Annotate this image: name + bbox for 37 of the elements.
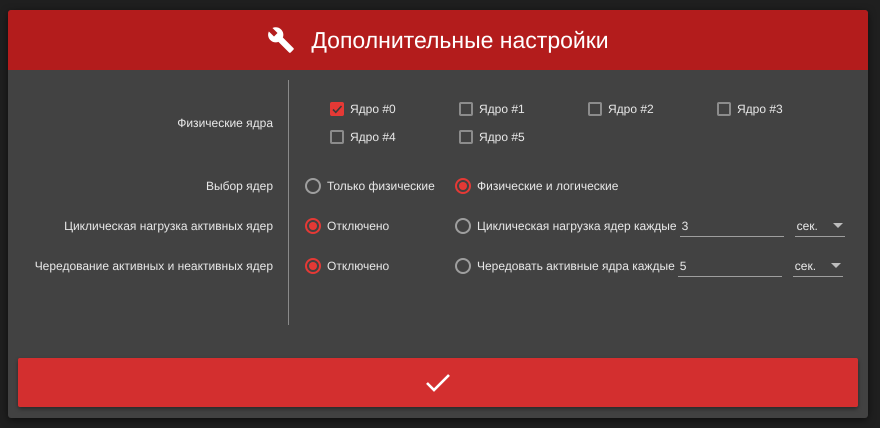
checkbox[interactable]	[459, 102, 473, 116]
checkbox[interactable]	[459, 130, 473, 144]
check-icon	[425, 372, 451, 392]
caret-icon	[830, 263, 841, 268]
radio-label[interactable]: Только физические	[327, 179, 435, 193]
checkbox-label[interactable]: Ядро #2	[608, 102, 654, 116]
checkbox-label[interactable]: Ядро #0	[350, 102, 396, 116]
radio-label[interactable]: Циклическая нагрузка ядер каждые	[477, 219, 677, 233]
radio-button[interactable]	[455, 178, 471, 194]
checkbox[interactable]	[330, 130, 344, 144]
checkbox-label[interactable]: Ядро #5	[479, 130, 525, 144]
radio-label[interactable]: Чередовать активные ядра каждые	[477, 259, 675, 273]
radio-button[interactable]	[305, 178, 321, 194]
input-field[interactable]: 3	[680, 216, 784, 236]
radio-button[interactable]	[305, 258, 321, 274]
radio-button[interactable]	[455, 258, 471, 274]
checkbox-label[interactable]: Ядро #3	[737, 102, 783, 116]
radio-button[interactable]	[455, 218, 471, 234]
caret-icon	[832, 223, 843, 228]
checkbox[interactable]	[717, 102, 731, 116]
dialog-title: Дополнительные настройки	[311, 26, 609, 54]
setting-label: Выбор ядер	[206, 179, 273, 193]
checkbox[interactable]	[330, 102, 344, 116]
radio-label[interactable]: Отключено	[327, 259, 390, 273]
radio-label[interactable]: Физические и логические	[477, 179, 618, 193]
wrench-icon	[267, 26, 296, 54]
unit-dropdown[interactable]: сек.	[792, 256, 843, 276]
setting-label: Чередование активных и неактивных ядер	[34, 259, 273, 273]
checkbox-label[interactable]: Ядро #1	[479, 102, 525, 116]
checkbox[interactable]	[588, 102, 602, 116]
input-field[interactable]: 5	[678, 256, 782, 276]
radio-button[interactable]	[305, 218, 321, 234]
setting-label: Циклическая нагрузка активных ядер	[64, 219, 273, 233]
radio-label[interactable]: Отключено	[327, 219, 390, 233]
checkbox-label[interactable]: Ядро #4	[350, 130, 396, 144]
unit-dropdown[interactable]: сек.	[794, 216, 845, 236]
setting-label: Физические ядра	[177, 116, 273, 130]
